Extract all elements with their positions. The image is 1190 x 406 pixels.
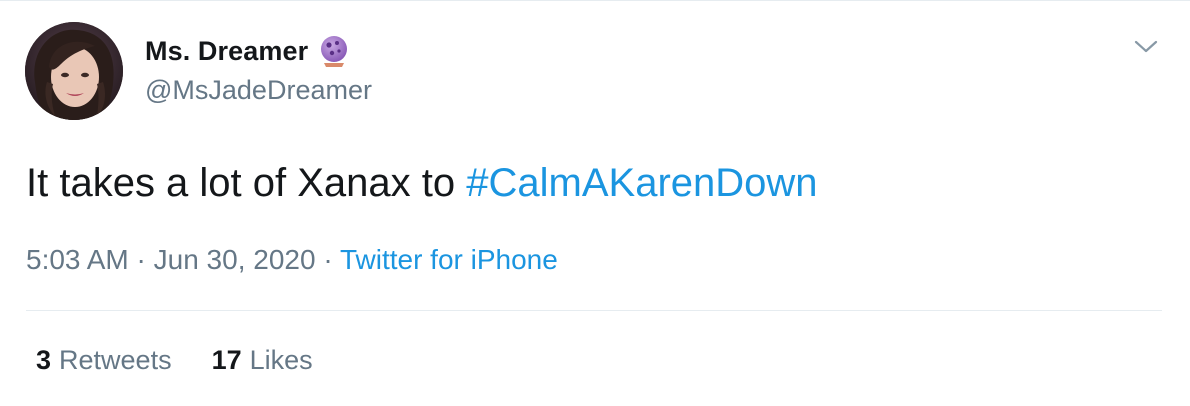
likes-count: 17 bbox=[211, 345, 242, 375]
tweet-time[interactable]: 5:03 AM bbox=[26, 244, 129, 275]
chevron-down-icon[interactable] bbox=[1133, 37, 1159, 57]
meta-separator: · bbox=[128, 244, 154, 275]
tweet-text-body: It takes a lot of Xanax to bbox=[26, 161, 467, 205]
meta-separator: · bbox=[315, 244, 340, 275]
name-row: Ms. Dreamer bbox=[145, 33, 350, 69]
tweet-card: Ms. Dreamer @MsJadeDreamer It takes a lo… bbox=[0, 0, 1190, 406]
likes-stat[interactable]: 17 Likes bbox=[212, 342, 313, 378]
divider bbox=[26, 310, 1162, 311]
user-handle[interactable]: @MsJadeDreamer bbox=[145, 75, 372, 106]
retweets-stat[interactable]: 3 Retweets bbox=[36, 342, 172, 378]
avatar[interactable] bbox=[25, 22, 123, 120]
likes-label: Likes bbox=[249, 345, 313, 375]
retweets-label: Retweets bbox=[59, 345, 172, 375]
tweet-meta: 5:03 AM · Jun 30, 2020 · Twitter for iPh… bbox=[26, 242, 558, 278]
hashtag-link[interactable]: #CalmAKarenDown bbox=[466, 161, 817, 205]
tweet-stats: 3 Retweets 17 Likes bbox=[36, 342, 313, 378]
retweets-count: 3 bbox=[36, 345, 52, 375]
display-name[interactable]: Ms. Dreamer bbox=[145, 36, 308, 67]
crystal-ball-icon bbox=[318, 33, 350, 69]
tweet-text: It takes a lot of Xanax to #CalmAKarenDo… bbox=[26, 157, 818, 209]
tweet-source-link[interactable]: Twitter for iPhone bbox=[340, 244, 558, 275]
tweet-date[interactable]: Jun 30, 2020 bbox=[154, 244, 316, 275]
